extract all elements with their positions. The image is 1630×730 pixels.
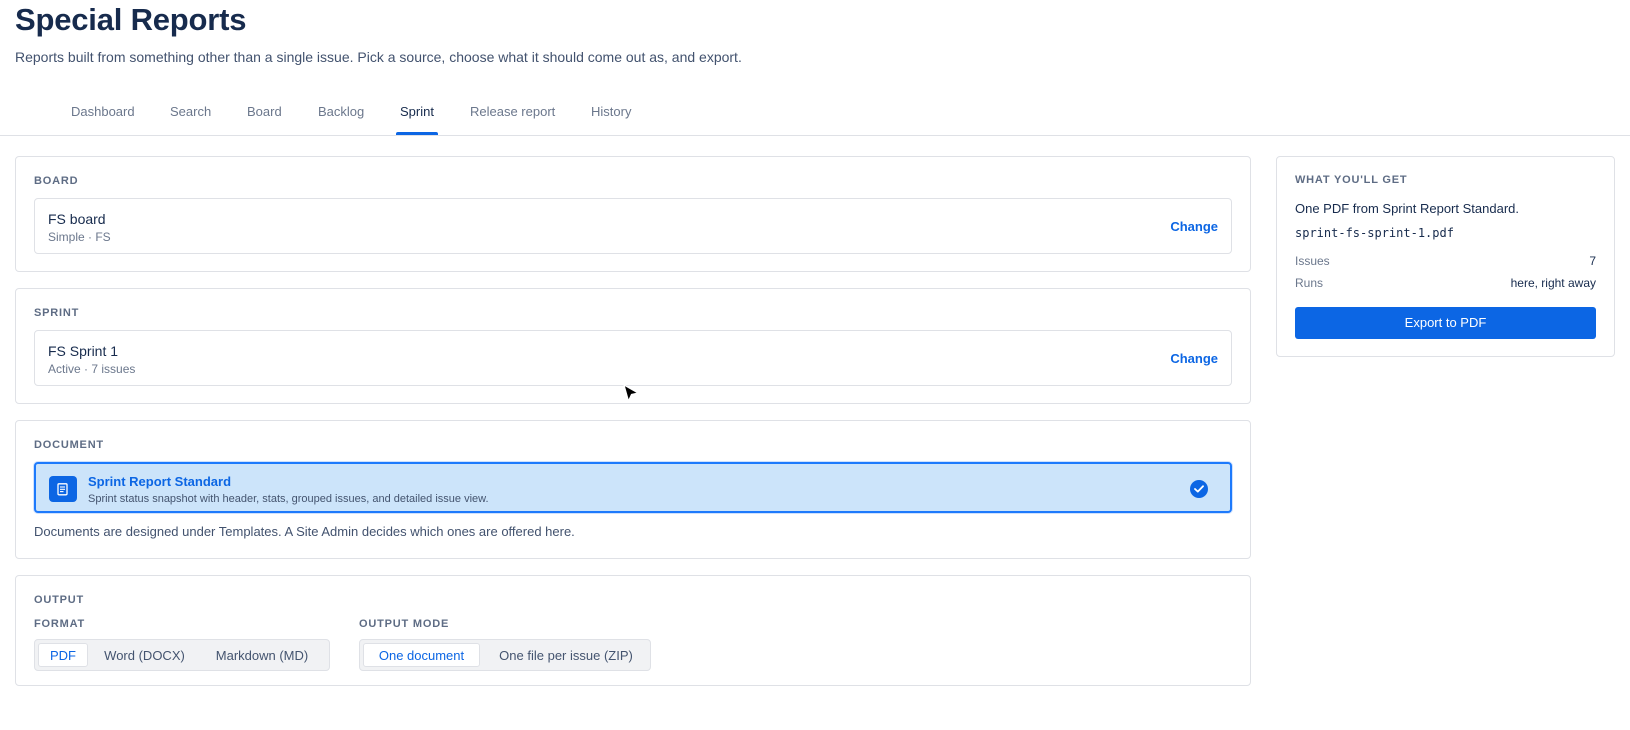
board-meta: Simple · FS — [48, 230, 111, 244]
board-name: FS board — [48, 211, 106, 227]
tab-search[interactable]: Search — [170, 104, 211, 119]
board-section-label: BOARD — [34, 175, 79, 187]
document-section: DOCUMENT Sprint Report Standard Sprint s… — [15, 420, 1251, 559]
format-md-button[interactable]: Markdown (MD) — [203, 643, 321, 667]
tab-backlog[interactable]: Backlog — [318, 104, 364, 119]
tab-sprint[interactable]: Sprint — [400, 104, 434, 119]
board-selector: FS board Simple · FS Change — [34, 198, 1232, 254]
document-description: Sprint status snapshot with header, stat… — [88, 493, 489, 505]
active-tab-indicator — [396, 132, 438, 135]
board-section: BOARD FS board Simple · FS Change — [15, 156, 1251, 272]
mode-one-document-button[interactable]: One document — [363, 643, 480, 667]
runs-key: Runs — [1295, 276, 1324, 290]
summary-label: WHAT YOU'LL GET — [1295, 174, 1408, 186]
output-section-label: OUTPUT — [34, 594, 85, 606]
checkmark-icon — [1190, 480, 1208, 498]
summary-description: One PDF from Sprint Report Standard. — [1295, 201, 1519, 216]
output-mode-label: OUTPUT MODE — [359, 618, 450, 630]
change-sprint-button[interactable]: Change — [1170, 351, 1218, 366]
document-title: Sprint Report Standard — [88, 474, 232, 489]
tab-bar: Dashboard Search Board Backlog Sprint Re… — [0, 96, 1630, 136]
tab-release-report[interactable]: Release report — [470, 104, 555, 119]
tab-history[interactable]: History — [591, 104, 631, 119]
summary-panel: WHAT YOU'LL GET One PDF from Sprint Repo… — [1276, 156, 1615, 357]
format-label: FORMAT — [34, 618, 86, 630]
mouse-cursor-icon — [623, 384, 639, 402]
export-to-pdf-button[interactable]: Export to PDF — [1295, 307, 1596, 339]
page-subtitle: Reports built from something other than … — [15, 49, 742, 65]
change-board-button[interactable]: Change — [1170, 219, 1218, 234]
sprint-section-label: SPRINT — [34, 307, 80, 319]
document-note: Documents are designed under Templates. … — [34, 524, 575, 539]
tab-board[interactable]: Board — [247, 104, 282, 119]
issues-key: Issues — [1295, 254, 1330, 268]
mode-zip-button[interactable]: One file per issue (ZIP) — [486, 643, 646, 667]
format-docx-button[interactable]: Word (DOCX) — [94, 643, 195, 667]
document-icon — [49, 476, 77, 502]
issues-value: 7 — [1589, 254, 1596, 268]
output-mode-toggle: One document One file per issue (ZIP) — [359, 639, 651, 671]
output-section: OUTPUT FORMAT PDF Word (DOCX) Markdown (… — [15, 575, 1251, 686]
format-toggle: PDF Word (DOCX) Markdown (MD) — [34, 639, 330, 671]
document-option-sprint-report-standard[interactable]: Sprint Report Standard Sprint status sna… — [34, 462, 1232, 513]
sprint-selector: FS Sprint 1 Active · 7 issues Change — [34, 330, 1232, 386]
runs-value: here, right away — [1510, 276, 1596, 290]
tab-dashboard[interactable]: Dashboard — [71, 104, 135, 119]
output-filename: sprint-fs-sprint-1.pdf — [1295, 226, 1454, 240]
document-section-label: DOCUMENT — [34, 439, 104, 451]
sprint-meta: Active · 7 issues — [48, 362, 136, 376]
page-title: Special Reports — [15, 2, 247, 37]
sprint-name: FS Sprint 1 — [48, 343, 119, 359]
format-pdf-button[interactable]: PDF — [38, 643, 88, 667]
